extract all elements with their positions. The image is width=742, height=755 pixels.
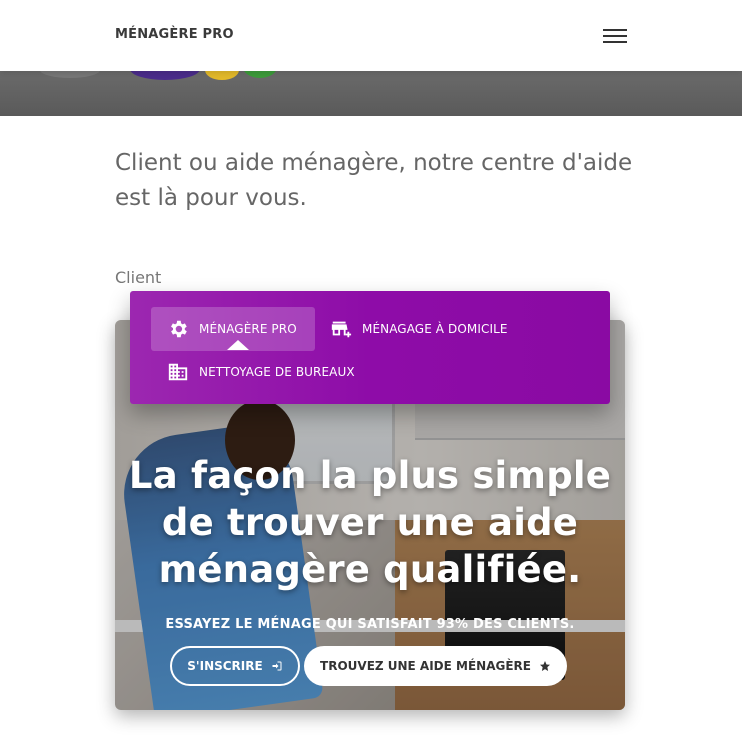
- dropdown-item-label: MÉNAGÈRE PRO: [199, 322, 297, 336]
- hamburger-menu-icon[interactable]: [603, 28, 627, 44]
- dropdown-item-menage-domicile[interactable]: MÉNAGAGE À DOMICILE: [328, 307, 548, 351]
- star-icon: [539, 661, 550, 671]
- active-indicator-caret: [227, 340, 249, 350]
- find-helper-button-label: TROUVEZ UNE AIDE MÉNAGÈRE: [320, 659, 531, 673]
- store-add-icon: [330, 318, 352, 340]
- navbar: MÉNAGÈRE PRO: [0, 0, 742, 71]
- hero-tagline: ESSAYEZ LE MÉNAGE QUI SATISFAIT 93% DES …: [165, 617, 575, 632]
- menu-bar: [603, 29, 627, 31]
- category-dropdown: MÉNAGÈRE PRO MÉNAGAGE À DOMICILE NETTOYA…: [130, 291, 610, 404]
- dropdown-item-nettoyage-bureaux[interactable]: NETTOYAGE DE BUREAUX: [151, 350, 391, 394]
- signup-button[interactable]: S'INSCRIRE: [170, 646, 300, 686]
- login-icon: [272, 661, 282, 671]
- dropdown-item-label: MÉNAGAGE À DOMICILE: [362, 322, 508, 336]
- signup-button-label: S'INSCRIRE: [187, 659, 263, 673]
- building-icon: [167, 361, 189, 383]
- intro-text: Client ou aide ménagère, notre centre d'…: [115, 150, 633, 211]
- brand-logo[interactable]: MÉNAGÈRE PRO: [115, 27, 234, 42]
- find-helper-button[interactable]: TROUVEZ UNE AIDE MÉNAGÈRE: [304, 646, 567, 686]
- section-label-client: Client: [115, 268, 162, 287]
- hero-headline: La façon la plus simple de trouver une a…: [128, 454, 612, 591]
- menu-bar: [603, 41, 627, 43]
- gear-icon: [167, 318, 189, 340]
- dropdown-item-label: NETTOYAGE DE BUREAUX: [199, 365, 355, 379]
- menu-bar: [603, 35, 627, 37]
